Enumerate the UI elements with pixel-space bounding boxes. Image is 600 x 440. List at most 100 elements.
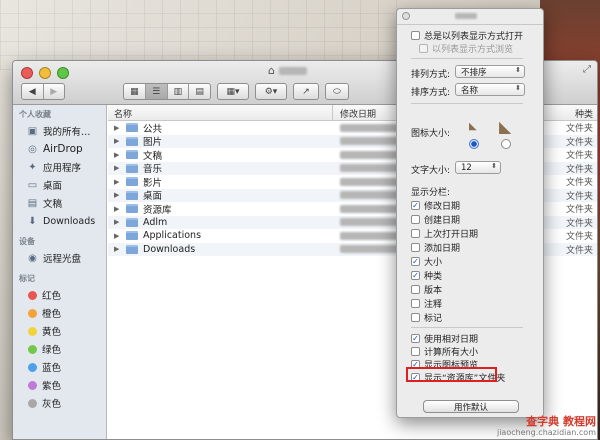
disclosure-triangle-icon[interactable]: ▶ <box>114 178 119 186</box>
file-kind: 文件夹 <box>565 137 593 148</box>
sidebar-item-tag-blue[interactable]: 蓝色 <box>13 358 106 376</box>
checkbox-box[interactable] <box>411 215 420 224</box>
sidebar-item-remote-disc[interactable]: ◉ 远程光盘 <box>13 249 106 267</box>
checkbox-label: 修改日期 <box>424 202 461 212</box>
sidebar-item-tag-orange[interactable]: 橙色 <box>13 304 106 322</box>
checkbox-box[interactable]: ✓ <box>411 257 420 266</box>
close-window-button[interactable] <box>21 67 33 79</box>
disclosure-triangle-icon[interactable]: ▶ <box>114 245 119 253</box>
disclosure-triangle-icon[interactable]: ▶ <box>114 137 119 145</box>
column-checkbox[interactable]: 标记 <box>411 311 442 324</box>
sidebar-item-tag-yellow[interactable]: 黄色 <box>13 322 106 340</box>
checkbox-box[interactable]: ✓ <box>411 334 420 343</box>
checkbox-box[interactable] <box>411 285 420 294</box>
disclosure-triangle-icon[interactable]: ▶ <box>114 232 119 240</box>
sidebar-item-airdrop[interactable]: ◎ AirDrop <box>13 140 106 158</box>
browse-list-checkbox[interactable]: 以列表显示方式浏览 <box>419 42 513 55</box>
sidebar-item-documents[interactable]: ▤ 文稿 <box>13 194 106 212</box>
column-checkbox[interactable]: ✓ 修改日期 <box>411 199 460 212</box>
columns-label: 显示分栏: <box>411 188 451 198</box>
checkbox-box[interactable] <box>411 347 420 356</box>
column-checkbox[interactable]: 创建日期 <box>411 213 460 226</box>
minimize-window-button[interactable] <box>39 67 51 79</box>
text-size-select[interactable]: 12 ⬍ <box>455 161 501 174</box>
grid-view-icon[interactable]: ▦ <box>124 84 146 99</box>
sidebar-item-label: 紫色 <box>42 381 62 392</box>
sidebar-item-label: 灰色 <box>42 399 62 410</box>
disclosure-triangle-icon[interactable]: ▶ <box>114 191 119 199</box>
checkbox-box[interactable] <box>411 229 420 238</box>
arrange-button[interactable]: ▦▾ <box>217 83 249 100</box>
sidebar-item-tag-red[interactable]: 红色 <box>13 286 106 304</box>
column-checkbox[interactable]: 版本 <box>411 283 442 296</box>
sidebar-item-downloads[interactable]: ⬇ Downloads <box>13 212 106 230</box>
checkbox-box[interactable] <box>419 44 428 53</box>
checkbox-box[interactable]: ✓ <box>411 201 420 210</box>
column-checkbox[interactable]: 上次打开日期 <box>411 227 478 240</box>
tags-button[interactable]: ⬭ <box>325 83 349 100</box>
use-as-defaults-button[interactable]: 用作默认 <box>423 400 519 413</box>
checkbox-box[interactable] <box>411 299 420 308</box>
disclosure-triangle-icon[interactable]: ▶ <box>114 164 119 172</box>
column-checkbox[interactable]: 注释 <box>411 297 442 310</box>
disclosure-triangle-icon[interactable]: ▶ <box>114 205 119 213</box>
column-header-kind[interactable]: 种类 <box>575 107 593 120</box>
disclosure-triangle-icon[interactable]: ▶ <box>114 151 119 159</box>
zoom-window-button[interactable] <box>57 67 69 79</box>
desktop-icon: ▭ <box>27 179 38 191</box>
blue-tag-icon <box>28 362 37 372</box>
file-name: 桌面 <box>143 191 163 203</box>
file-name: 文稿 <box>143 150 163 162</box>
share-button[interactable]: ↗ <box>293 83 319 100</box>
date-blurred <box>340 123 400 132</box>
watermark: 查字典 教程网 jiaocheng.chazidian.com <box>497 416 596 438</box>
date-blurred <box>340 191 400 200</box>
column-checkbox[interactable]: 添加日期 <box>411 241 460 254</box>
checkbox-box[interactable] <box>411 313 420 322</box>
sort-select[interactable]: 不排序 ⬍ <box>455 65 525 78</box>
fullscreen-icon[interactable]: ⤢ <box>583 64 591 75</box>
back-button[interactable]: ◀ <box>22 84 44 99</box>
sidebar-item-tag-purple[interactable]: 紫色 <box>13 376 106 394</box>
disclosure-triangle-icon[interactable]: ▶ <box>114 218 119 226</box>
sidebar-item-label: 应用程序 <box>43 163 82 174</box>
always-list-checkbox[interactable]: 总是以列表显示方式打开 <box>411 29 523 42</box>
calculate-sizes-checkbox[interactable]: 计算所有大小 <box>411 345 478 358</box>
purple-tag-icon <box>28 380 37 390</box>
cover-flow-icon[interactable]: ▤ <box>189 84 210 99</box>
date-blurred <box>340 245 400 254</box>
sidebar-item-all-files[interactable]: ▣ 我的所有… <box>13 122 106 140</box>
panel-close-button[interactable] <box>402 12 410 20</box>
list-view-icon[interactable]: ☰ <box>145 84 168 99</box>
sidebar-item-applications[interactable]: ✦ 应用程序 <box>13 158 106 176</box>
arrange-value: 名称 <box>461 85 479 96</box>
sidebar-item-tag-green[interactable]: 绿色 <box>13 340 106 358</box>
checkbox-box[interactable] <box>411 243 420 252</box>
folder-icon <box>126 190 138 200</box>
view-options-panel: 总是以列表显示方式打开 以列表显示方式浏览 排列方式: 不排序 ⬍ 排序方式: 名… <box>396 8 544 418</box>
icon-size-large-radio[interactable] <box>501 139 511 149</box>
checkbox-label: 标记 <box>424 314 443 324</box>
watermark-url: jiaocheng.chazidian.com <box>496 428 596 437</box>
sidebar-item-desktop[interactable]: ▭ 桌面 <box>13 176 106 194</box>
column-separator[interactable] <box>332 105 333 121</box>
sidebar-item-tag-gray[interactable]: 灰色 <box>13 394 106 412</box>
disclosure-triangle-icon[interactable]: ▶ <box>114 124 119 132</box>
date-blurred <box>340 164 400 173</box>
arrange-select[interactable]: 名称 ⬍ <box>455 83 525 96</box>
checkbox-label: 大小 <box>424 258 443 268</box>
panel-titlebar <box>397 9 543 25</box>
column-view-icon[interactable]: ▥ <box>168 84 190 99</box>
column-header-date[interactable]: 修改日期 <box>340 107 376 120</box>
icon-size-small-radio[interactable] <box>469 139 479 149</box>
action-button[interactable]: ⚙▾ <box>255 83 287 100</box>
highlight-box <box>406 367 497 382</box>
forward-button[interactable]: ▶ <box>44 84 65 99</box>
column-header-name[interactable]: 名称 <box>114 107 132 120</box>
tag-icon: ⬭ <box>333 86 341 97</box>
column-checkbox[interactable]: ✓ 大小 <box>411 255 442 268</box>
checkbox-box[interactable] <box>411 31 420 40</box>
column-checkbox[interactable]: ✓ 种类 <box>411 269 442 282</box>
checkbox-box[interactable]: ✓ <box>411 271 420 280</box>
relative-dates-checkbox[interactable]: ✓ 使用相对日期 <box>411 332 478 345</box>
